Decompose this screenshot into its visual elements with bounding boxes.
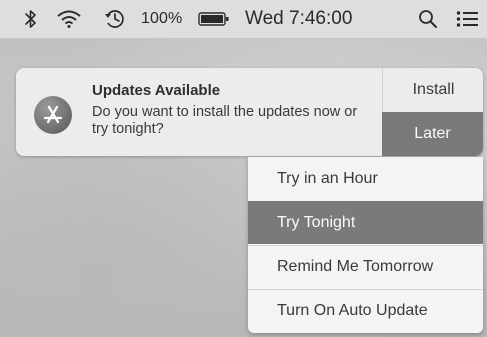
notification-body: Do you want to install the updates now o… <box>92 104 358 137</box>
app-store-icon <box>34 96 72 134</box>
menu-item-turn-on-auto-update[interactable]: Turn On Auto Update <box>248 289 483 332</box>
spotlight-search-icon[interactable] <box>418 0 438 38</box>
wifi-icon[interactable] <box>56 0 82 38</box>
install-button[interactable]: Install <box>382 68 483 112</box>
battery-icon[interactable] <box>198 0 230 38</box>
notification-title: Updates Available <box>92 82 221 99</box>
later-options-menu: Try in an Hour Try Tonight Remind Me Tom… <box>248 157 483 333</box>
menu-item-try-tonight[interactable]: Try Tonight <box>248 201 483 244</box>
menubar-clock[interactable]: Wed 7:46:00 <box>245 0 352 38</box>
menu-bar: 100% Wed 7:46:00 <box>0 0 487 39</box>
update-notification: Updates Available Do you want to install… <box>16 68 483 156</box>
menu-item-try-in-an-hour[interactable]: Try in an Hour <box>248 157 483 200</box>
time-machine-icon[interactable] <box>104 0 126 38</box>
menu-item-remind-me-tomorrow[interactable]: Remind Me Tomorrow <box>248 245 483 288</box>
bluetooth-icon[interactable] <box>24 0 38 38</box>
notification-center-icon[interactable] <box>456 0 478 38</box>
later-button[interactable]: Later <box>382 112 483 156</box>
battery-percent[interactable]: 100% <box>141 0 182 38</box>
